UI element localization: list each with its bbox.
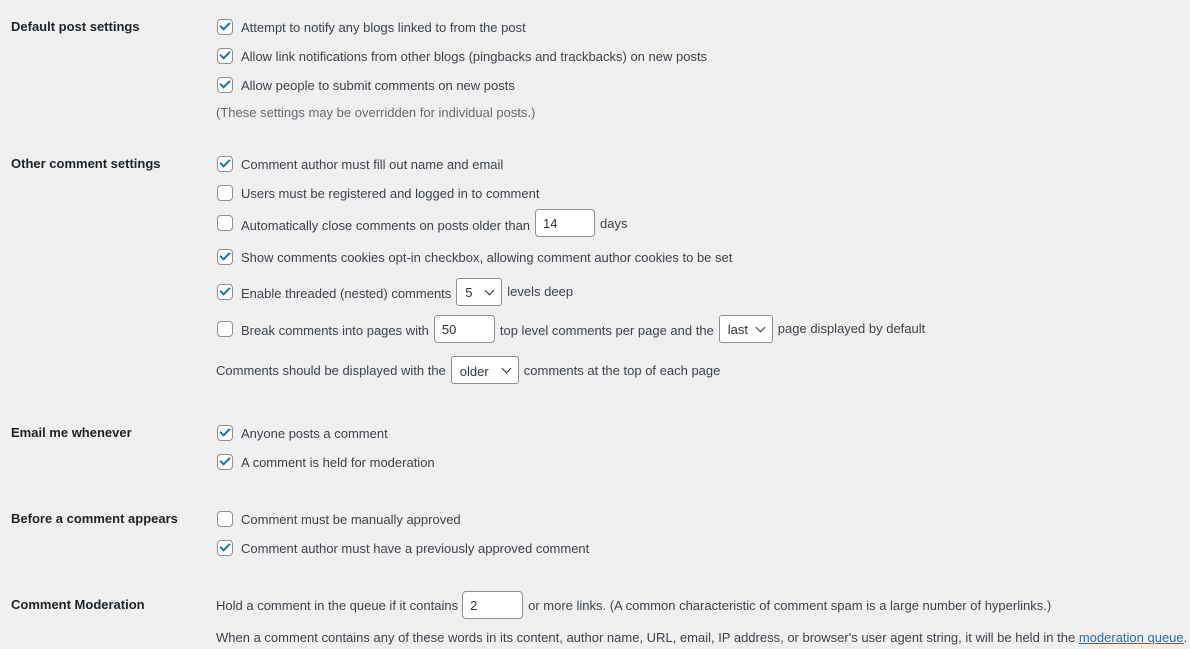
cookies-optin-checkbox[interactable] <box>217 249 233 265</box>
require-name-email-label: Comment author must fill out name and em… <box>241 156 504 172</box>
thread-depth-select[interactable]: 5 <box>456 278 503 306</box>
registered-only-option[interactable]: Users must be registered and logged in t… <box>216 185 539 201</box>
comment-order-select[interactable]: older <box>450 356 519 384</box>
more-links-label: or more links. (A common characteristic … <box>528 597 1052 613</box>
moderation-words-text: When a comment contains any of these wor… <box>216 630 1076 645</box>
chevron-down-icon <box>501 363 512 374</box>
email-held-moderation-checkbox[interactable] <box>217 454 233 470</box>
period: . <box>1183 630 1188 645</box>
threaded-label: Enable threaded (nested) comments <box>241 285 452 301</box>
manual-approve-checkbox[interactable] <box>217 511 233 527</box>
email-held-moderation-option[interactable]: A comment is held for moderation <box>216 454 435 470</box>
notify-blogs-label: Attempt to notify any blogs linked to fr… <box>241 19 526 35</box>
page-displayed-label: page displayed by default <box>777 320 926 336</box>
notify-blogs-option[interactable]: Attempt to notify any blogs linked to fr… <box>216 19 526 35</box>
cookies-optin-option[interactable]: Show comments cookies opt-in checkbox, a… <box>216 249 732 265</box>
previously-approved-checkbox[interactable] <box>217 540 233 556</box>
auto-close-days-input[interactable]: 14 <box>535 209 596 237</box>
default-page-value: last <box>727 321 749 337</box>
hold-links-label: Hold a comment in the queue if it contai… <box>216 597 459 613</box>
allow-comments-option[interactable]: Allow people to submit comments on new p… <box>216 77 515 93</box>
chevron-down-icon <box>755 322 766 333</box>
per-page-label: top level comments per page and the <box>499 322 714 338</box>
manual-approve-option[interactable]: Comment must be manually approved <box>216 511 461 527</box>
auto-close-row: Automatically close comments on posts ol… <box>216 209 628 237</box>
override-note: (These settings may be overridden for in… <box>216 105 536 120</box>
paged-row: Break comments into pages with 50 top le… <box>216 315 925 343</box>
paged-checkbox[interactable] <box>217 321 233 337</box>
comment-moderation-heading: Comment Moderation <box>11 597 145 612</box>
comment-order-value: older <box>459 364 489 379</box>
chevron-down-icon <box>484 285 495 296</box>
pingbacks-label: Allow link notifications from other blog… <box>241 48 708 64</box>
auto-close-checkbox[interactable] <box>217 215 233 231</box>
pingbacks-checkbox[interactable] <box>217 48 233 64</box>
cookies-optin-label: Show comments cookies opt-in checkbox, a… <box>241 249 733 265</box>
registered-only-checkbox[interactable] <box>217 185 233 201</box>
moderation-links-row: Hold a comment in the queue if it contai… <box>216 591 1051 619</box>
levels-deep-label: levels deep <box>507 283 574 299</box>
email-anyone-posts-label: Anyone posts a comment <box>241 425 388 441</box>
auto-close-days-label: days <box>600 215 628 231</box>
allow-comments-checkbox[interactable] <box>217 77 233 93</box>
notify-blogs-checkbox[interactable] <box>217 19 233 35</box>
other-comment-settings-heading: Other comment settings <box>11 156 161 171</box>
require-name-email-checkbox[interactable] <box>217 156 233 172</box>
order-label: Comments should be displayed with the <box>216 362 446 378</box>
manual-approve-label: Comment must be manually approved <box>241 511 461 527</box>
comments-per-page-input[interactable]: 50 <box>433 315 495 343</box>
email-anyone-posts-option[interactable]: Anyone posts a comment <box>216 425 388 441</box>
email-held-moderation-label: A comment is held for moderation <box>241 454 435 470</box>
moderation-links-input[interactable]: 2 <box>462 591 524 619</box>
auto-close-label: Automatically close comments on posts ol… <box>241 217 531 233</box>
order-row: Comments should be displayed with the ol… <box>216 356 720 384</box>
moderation-queue-link[interactable]: moderation queue <box>1079 630 1184 645</box>
threaded-row: Enable threaded (nested) comments 5 leve… <box>216 278 573 306</box>
moderation-words-row: When a comment contains any of these wor… <box>216 630 1187 645</box>
threaded-checkbox[interactable] <box>217 284 233 300</box>
before-comment-appears-heading: Before a comment appears <box>11 511 178 526</box>
order-after-label: comments at the top of each page <box>523 362 721 378</box>
default-page-select[interactable]: last <box>718 315 773 343</box>
thread-depth-value: 5 <box>465 284 473 300</box>
registered-only-label: Users must be registered and logged in t… <box>241 185 540 201</box>
email-me-heading: Email me whenever <box>11 425 132 440</box>
email-anyone-posts-checkbox[interactable] <box>217 425 233 441</box>
require-name-email-option[interactable]: Comment author must fill out name and em… <box>216 156 503 172</box>
previously-approved-label: Comment author must have a previously ap… <box>241 540 590 556</box>
allow-comments-label: Allow people to submit comments on new p… <box>241 77 515 93</box>
paged-label: Break comments into pages with <box>241 322 429 338</box>
default-post-settings-heading: Default post settings <box>11 19 140 34</box>
previously-approved-option[interactable]: Comment author must have a previously ap… <box>216 540 589 556</box>
pingbacks-option[interactable]: Allow link notifications from other blog… <box>216 48 707 64</box>
